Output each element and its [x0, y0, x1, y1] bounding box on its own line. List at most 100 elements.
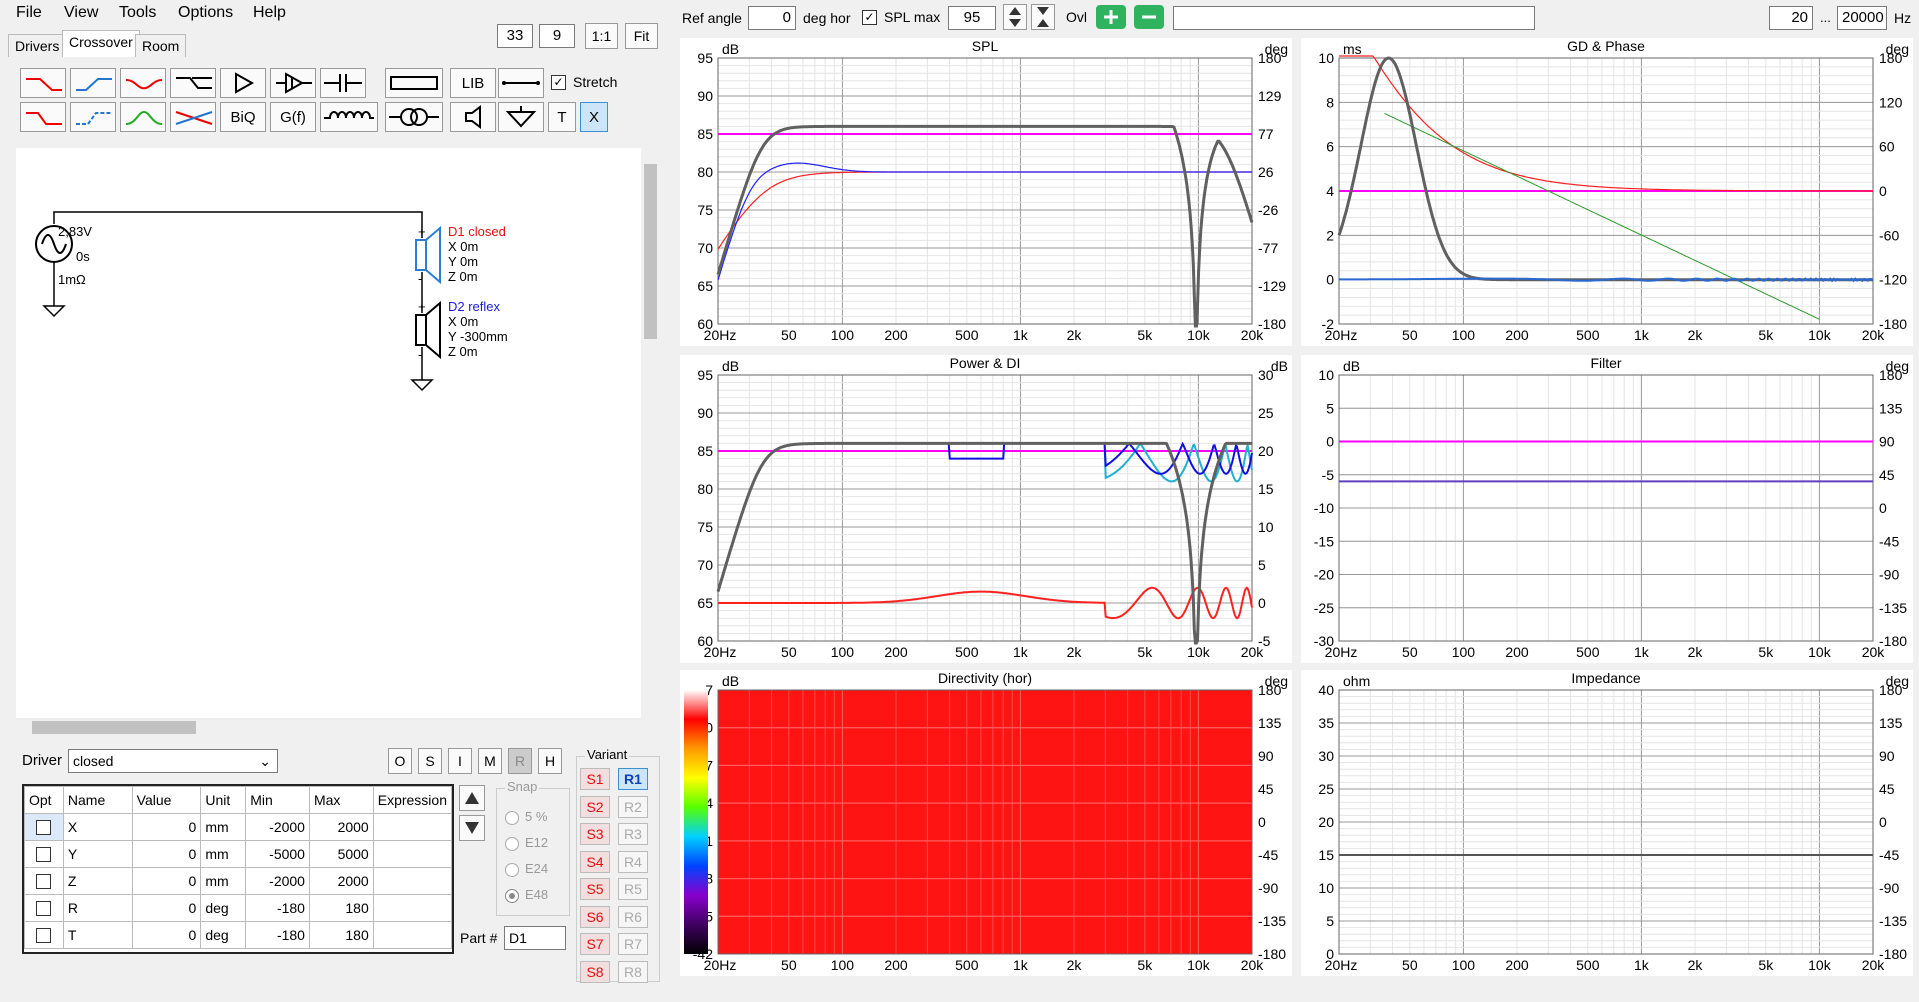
plot-power[interactable]: Power & DI dB dB 95 90 85 80 75 70 65 60 30 25 20 15 10… — [680, 355, 1292, 663]
move-down-button[interactable] — [459, 815, 485, 841]
menu-help[interactable]: Help — [253, 4, 286, 22]
gf-button[interactable]: G(f) — [270, 102, 316, 132]
plot-spl[interactable]: SPL dB deg 95 90 85 80 75 70 65 60 180 129 77 26 -26 -77… — [680, 38, 1292, 346]
menu-options[interactable]: Options — [178, 4, 233, 22]
opt-checkbox[interactable] — [36, 873, 52, 889]
option-s-button[interactable]: S — [418, 748, 442, 774]
tab-room[interactable]: Room — [135, 34, 187, 57]
snap-e12-radio[interactable] — [505, 837, 519, 851]
variant-s2-button[interactable]: S2 — [580, 795, 610, 818]
row-max[interactable]: 2000 — [308, 813, 374, 841]
row-min[interactable]: -5000 — [245, 840, 310, 868]
d2-label[interactable]: D2 reflex — [448, 299, 500, 314]
plot-dir[interactable]: Directivity (hor)dBdeg70-7-14-21-28-35-4… — [680, 670, 1292, 976]
option-m-button[interactable]: M — [478, 748, 502, 774]
row-max[interactable]: 180 — [308, 894, 374, 922]
lowpass-button[interactable] — [20, 68, 66, 98]
row-max[interactable]: 2000 — [308, 867, 374, 895]
variant-r8-button[interactable]: R8 — [618, 960, 648, 983]
driver-select[interactable]: closed ⌄ — [68, 749, 278, 773]
opt-checkbox[interactable] — [36, 927, 52, 943]
vscroll-thumb[interactable] — [644, 164, 657, 339]
tab-drivers[interactable]: Drivers — [8, 34, 67, 57]
table-row[interactable]: Z 0 mm -2000 2000 — [24, 867, 453, 895]
opt-checkbox[interactable] — [36, 900, 52, 916]
wire-button[interactable] — [498, 68, 544, 98]
option-o-button[interactable]: O — [388, 748, 412, 774]
variant-r6-button[interactable]: R6 — [618, 905, 648, 928]
schematic-vscroll[interactable] — [641, 148, 660, 718]
zoom-1to1-button[interactable]: 1:1 — [585, 23, 618, 49]
ref-angle-input[interactable]: 0 — [748, 6, 796, 30]
variant-s3-button[interactable]: S3 — [580, 823, 610, 845]
row-min[interactable]: -180 — [245, 921, 310, 949]
snap-e48-radio[interactable] — [505, 889, 519, 903]
row-max[interactable]: 180 — [308, 921, 374, 949]
ground-button[interactable] — [498, 102, 544, 132]
spl-stepper[interactable] — [1003, 4, 1027, 30]
row-value[interactable]: 0 — [131, 840, 202, 868]
transformer-button[interactable] — [385, 102, 443, 132]
plot-gd[interactable]: GD & Phase ms deg 10 8 6 4 2 0 -2 180 120 60 0 -60 -120… — [1301, 38, 1913, 346]
notch-button[interactable] — [170, 102, 216, 132]
biquad-button[interactable]: BiQ — [220, 102, 266, 132]
variant-s4-button[interactable]: S4 — [580, 850, 610, 873]
speaker-button[interactable] — [450, 102, 496, 132]
row-min[interactable]: -180 — [245, 894, 310, 922]
schematic-canvas[interactable]: + - + - 2,83V 0s 1mΩ D1 closed X 0m Y 0m… — [16, 148, 641, 718]
zoom-value-1[interactable]: 33 — [497, 24, 533, 48]
zoom-fit-button[interactable]: Fit — [625, 23, 658, 49]
library-button[interactable]: LIB — [450, 68, 496, 98]
part-number-input[interactable]: D1 — [504, 926, 566, 950]
row-min[interactable]: -2000 — [245, 867, 310, 895]
variant-s6-button[interactable]: S6 — [580, 905, 610, 928]
opt-checkbox[interactable] — [36, 819, 52, 835]
plot-imp[interactable]: Impedance ohm deg 40 35 30 25 20 15 10 5 0 180 135 90 4… — [1301, 670, 1913, 976]
row-value[interactable]: 0 — [131, 813, 202, 841]
variant-s7-button[interactable]: S7 — [580, 933, 610, 955]
row-expression[interactable] — [372, 894, 453, 922]
row-value[interactable]: 0 — [131, 867, 202, 895]
row-max[interactable]: 5000 — [308, 840, 374, 868]
lowpass-alt-button[interactable] — [20, 102, 66, 132]
table-row[interactable]: R 0 deg -180 180 — [24, 894, 453, 922]
zoom-value-2[interactable]: 9 — [539, 24, 575, 48]
variant-r5-button[interactable]: R5 — [618, 878, 648, 900]
menu-tools[interactable]: Tools — [119, 4, 156, 22]
row-expression[interactable] — [372, 840, 453, 868]
tab-crossover[interactable]: Crossover — [62, 30, 140, 57]
text-button[interactable]: T — [548, 102, 576, 132]
menu-view[interactable]: View — [64, 4, 98, 22]
allpass-button[interactable] — [170, 68, 216, 98]
resistor-button[interactable] — [385, 68, 443, 98]
row-value[interactable]: 0 — [131, 921, 202, 949]
probe-button[interactable]: X — [580, 102, 608, 132]
variant-r4-button[interactable]: R4 — [618, 850, 648, 873]
option-r-button[interactable]: R — [508, 748, 532, 774]
row-value[interactable]: 0 — [131, 894, 202, 922]
variant-s8-button[interactable]: S8 — [580, 960, 610, 983]
snap-5-radio[interactable] — [505, 811, 519, 825]
variant-r3-button[interactable]: R3 — [618, 823, 648, 845]
stretch-checkbox[interactable]: ✓ — [551, 75, 566, 90]
inductor-button[interactable] — [320, 102, 378, 132]
move-up-button[interactable] — [459, 785, 485, 811]
capacitor-button[interactable] — [320, 68, 366, 98]
remove-overlay-button[interactable] — [1134, 5, 1164, 29]
snap-e24-radio[interactable] — [505, 863, 519, 877]
variant-r2-button[interactable]: R2 — [618, 795, 648, 818]
row-expression[interactable] — [372, 813, 453, 841]
variant-s1-button[interactable]: S1 — [580, 768, 610, 790]
hscroll-thumb[interactable] — [32, 721, 196, 734]
row-expression[interactable] — [372, 867, 453, 895]
table-row[interactable]: X 0 mm -2000 2000 — [24, 813, 453, 841]
schematic-hscroll[interactable] — [16, 718, 641, 736]
amplifier-button[interactable] — [220, 68, 266, 98]
row-expression[interactable] — [372, 921, 453, 949]
freq-min-input[interactable]: 20 — [1769, 6, 1813, 30]
opt-checkbox[interactable] — [36, 846, 52, 862]
overlay-name-input[interactable] — [1173, 6, 1535, 30]
variant-r1-button[interactable]: R1 — [618, 768, 648, 790]
option-i-button[interactable]: I — [448, 748, 472, 774]
spl-max-checkbox[interactable]: ✓ — [862, 10, 877, 25]
